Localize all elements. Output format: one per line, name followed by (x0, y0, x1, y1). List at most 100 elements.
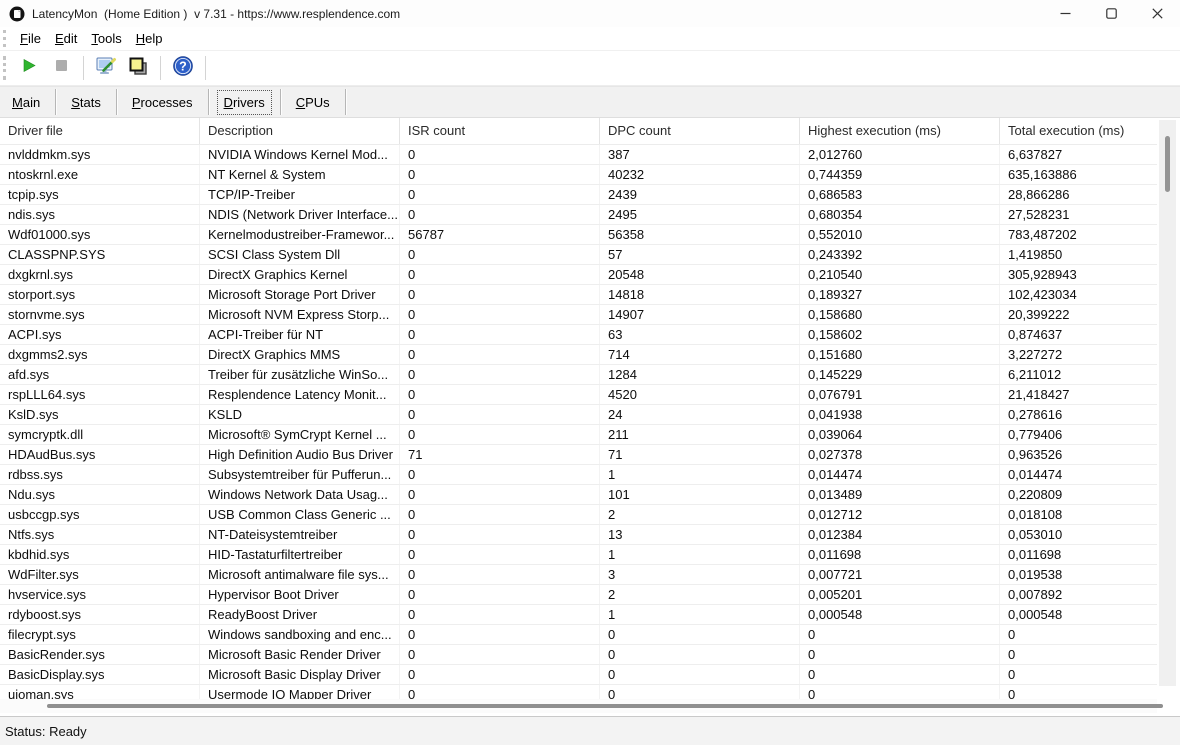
cell-dpc-count: 56358 (600, 225, 800, 244)
table-row[interactable]: HDAudBus.sys High Definition Audio Bus D… (0, 445, 1157, 465)
table-row[interactable]: ndis.sys NDIS (Network Driver Interface.… (0, 205, 1157, 225)
stop-icon (54, 58, 69, 78)
menubar-gripper[interactable] (3, 30, 9, 46)
table-row[interactable]: Ndu.sys Windows Network Data Usag... 0 1… (0, 485, 1157, 505)
cell-driver-file: ACPI.sys (0, 325, 200, 344)
vertical-scrollbar[interactable] (1159, 120, 1176, 686)
cell-driver-file: ndis.sys (0, 205, 200, 224)
tab-main[interactable]: Main (5, 90, 47, 115)
cell-highest-execution: 0,552010 (800, 225, 1000, 244)
cell-dpc-count: 24 (600, 405, 800, 424)
cell-driver-file: kbdhid.sys (0, 545, 200, 564)
column-header-driver-file[interactable]: Driver file (0, 118, 200, 144)
table-row[interactable]: uioman.sys Usermode IO Mapper Driver 0 0… (0, 685, 1157, 700)
cell-driver-file: rdyboost.sys (0, 605, 200, 624)
table-row[interactable]: KslD.sys KSLD 0 24 0,041938 0,278616 (0, 405, 1157, 425)
table-row[interactable]: dxgmms2.sys DirectX Graphics MMS 0 714 0… (0, 345, 1157, 365)
table-row[interactable]: ntoskrnl.exe NT Kernel & System 0 40232 … (0, 165, 1157, 185)
cell-description: Microsoft NVM Express Storp... (200, 305, 400, 324)
cell-driver-file: WdFilter.sys (0, 565, 200, 584)
cell-total-execution: 0,011698 (1000, 545, 1157, 564)
vertical-scrollbar-thumb[interactable] (1165, 136, 1170, 192)
cell-isr-count: 0 (400, 325, 600, 344)
column-header-total-execution[interactable]: Total execution (ms) (1000, 118, 1157, 144)
menu-tools[interactable]: Tools (84, 29, 128, 48)
cell-highest-execution: 0,011698 (800, 545, 1000, 564)
cell-isr-count: 0 (400, 605, 600, 624)
toolbar-gripper[interactable] (3, 56, 9, 80)
cell-driver-file: usbccgp.sys (0, 505, 200, 524)
table-row[interactable]: symcryptk.dll Microsoft® SymCrypt Kernel… (0, 425, 1157, 445)
tab-separator (116, 89, 117, 115)
table-row[interactable]: rdyboost.sys ReadyBoost Driver 0 1 0,000… (0, 605, 1157, 625)
cell-dpc-count: 57 (600, 245, 800, 264)
table-row[interactable]: hvservice.sys Hypervisor Boot Driver 0 2… (0, 585, 1157, 605)
table-row[interactable]: tcpip.sys TCP/IP-Treiber 0 2439 0,686583… (0, 185, 1157, 205)
cell-dpc-count: 14818 (600, 285, 800, 304)
options-button[interactable] (92, 54, 120, 82)
horizontal-scrollbar-thumb[interactable] (47, 704, 1163, 708)
tab-stats[interactable]: Stats (64, 90, 108, 115)
table-row[interactable]: filecrypt.sys Windows sandboxing and enc… (0, 625, 1157, 645)
cell-highest-execution: 0,189327 (800, 285, 1000, 304)
cell-description: TCP/IP-Treiber (200, 185, 400, 204)
table-row[interactable]: afd.sys Treiber für zusätzliche WinSo...… (0, 365, 1157, 385)
cell-driver-file: HDAudBus.sys (0, 445, 200, 464)
table-row[interactable]: ACPI.sys ACPI-Treiber für NT 0 63 0,1586… (0, 325, 1157, 345)
tab-drivers[interactable]: Drivers (217, 90, 272, 115)
title-bar: LatencyMon (Home Edition ) v 7.31 - http… (0, 0, 1180, 27)
cell-highest-execution: 0,012384 (800, 525, 1000, 544)
table-row[interactable]: storport.sys Microsoft Storage Port Driv… (0, 285, 1157, 305)
minimize-button[interactable] (1042, 0, 1088, 27)
cell-isr-count: 0 (400, 645, 600, 664)
table-row[interactable]: nvlddmkm.sys NVIDIA Windows Kernel Mod..… (0, 145, 1157, 165)
cell-total-execution: 0,007892 (1000, 585, 1157, 604)
table-row[interactable]: rspLLL64.sys Resplendence Latency Monit.… (0, 385, 1157, 405)
cell-isr-count: 0 (400, 245, 600, 264)
column-header-highest-execution[interactable]: Highest execution (ms) (800, 118, 1000, 144)
close-button[interactable] (1134, 0, 1180, 27)
cell-description: HID-Tastaturfiltertreiber (200, 545, 400, 564)
stop-monitor-button[interactable] (47, 54, 75, 82)
cell-description: Microsoft Basic Display Driver (200, 665, 400, 684)
table-row[interactable]: kbdhid.sys HID-Tastaturfiltertreiber 0 1… (0, 545, 1157, 565)
cell-isr-count: 71 (400, 445, 600, 464)
cell-description: USB Common Class Generic ... (200, 505, 400, 524)
help-button[interactable]: ? (169, 54, 197, 82)
cell-isr-count: 0 (400, 585, 600, 604)
table-row[interactable]: Wdf01000.sys Kernelmodustreiber-Framewor… (0, 225, 1157, 245)
horizontal-scrollbar[interactable] (0, 699, 1157, 713)
cell-isr-count: 0 (400, 465, 600, 484)
table-row[interactable]: WdFilter.sys Microsoft antimalware file … (0, 565, 1157, 585)
table-row[interactable]: Ntfs.sys NT-Dateisystemtreiber 0 13 0,01… (0, 525, 1157, 545)
maximize-button[interactable] (1088, 0, 1134, 27)
menu-edit[interactable]: Edit (48, 29, 84, 48)
table-row[interactable]: rdbss.sys Subsystemtreiber für Pufferun.… (0, 465, 1157, 485)
table-row[interactable]: usbccgp.sys USB Common Class Generic ...… (0, 505, 1157, 525)
cell-highest-execution: 0,000548 (800, 605, 1000, 624)
tab-cpus[interactable]: CPUs (289, 90, 337, 115)
cell-description: Microsoft Storage Port Driver (200, 285, 400, 304)
cell-description: Windows Network Data Usag... (200, 485, 400, 504)
table-row[interactable]: BasicDisplay.sys Microsoft Basic Display… (0, 665, 1157, 685)
cell-total-execution: 0,278616 (1000, 405, 1157, 424)
cell-dpc-count: 0 (600, 625, 800, 644)
menu-file[interactable]: File (13, 29, 48, 48)
table-row[interactable]: dxgkrnl.sys DirectX Graphics Kernel 0 20… (0, 265, 1157, 285)
column-header-dpc-count[interactable]: DPC count (600, 118, 800, 144)
cell-highest-execution: 0,007721 (800, 565, 1000, 584)
column-header-description[interactable]: Description (200, 118, 400, 144)
question-mark-icon: ? (172, 55, 194, 82)
table-row[interactable]: stornvme.sys Microsoft NVM Express Storp… (0, 305, 1157, 325)
tab-processes[interactable]: Processes (125, 90, 200, 115)
cell-highest-execution: 0,744359 (800, 165, 1000, 184)
start-monitor-button[interactable] (15, 54, 43, 82)
menu-help[interactable]: Help (129, 29, 170, 48)
cell-driver-file: Wdf01000.sys (0, 225, 200, 244)
table-row[interactable]: BasicRender.sys Microsoft Basic Render D… (0, 645, 1157, 665)
column-header-isr-count[interactable]: ISR count (400, 118, 600, 144)
cell-description: ACPI-Treiber für NT (200, 325, 400, 344)
cell-description: KSLD (200, 405, 400, 424)
copy-report-button[interactable] (124, 54, 152, 82)
table-row[interactable]: CLASSPNP.SYS SCSI Class System Dll 0 57 … (0, 245, 1157, 265)
